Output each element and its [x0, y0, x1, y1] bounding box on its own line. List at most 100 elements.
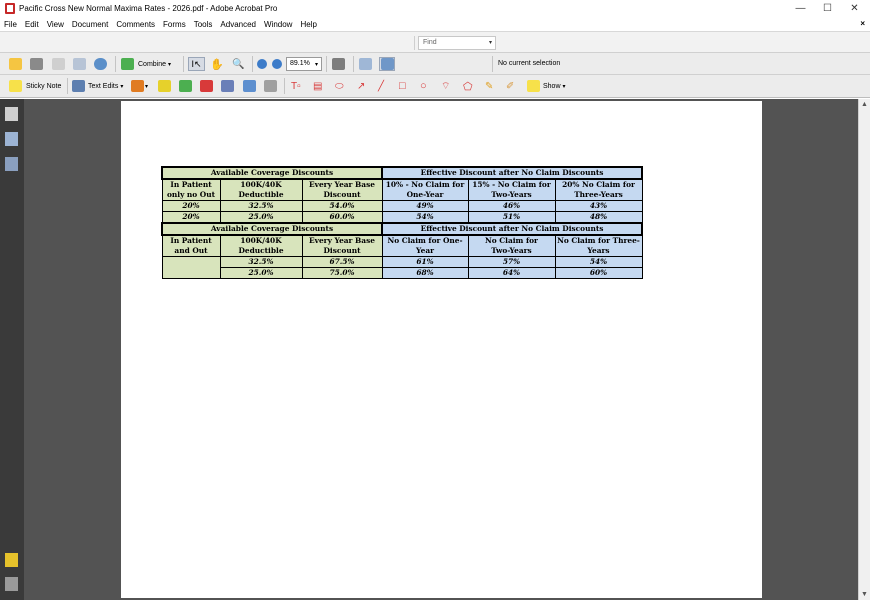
table-cell: 20%	[161, 211, 221, 224]
menu-file[interactable]: File	[0, 20, 21, 29]
zoom-tool-icon[interactable]: 🔍	[232, 57, 244, 71]
menu-tools[interactable]: Tools	[190, 20, 217, 29]
line-icon[interactable]: ╱	[378, 79, 384, 93]
text-box-icon[interactable]: T▫	[291, 79, 301, 93]
section1-left-header: Available Coverage Discounts	[161, 166, 383, 180]
s2-col1-header: In Patient and Out	[161, 234, 221, 257]
fit-page-icon[interactable]	[359, 57, 372, 71]
polygon-icon[interactable]: ⬠	[463, 79, 473, 93]
callout-icon[interactable]: ▤	[313, 79, 322, 93]
close-window-button[interactable]: ✕	[841, 0, 868, 17]
show-comments-button[interactable]: Show ▾	[527, 79, 566, 93]
zoom-out-icon[interactable]	[257, 57, 267, 71]
chevron-down-icon[interactable]: ▾	[489, 37, 492, 49]
record-audio-icon[interactable]	[243, 79, 256, 93]
menu-advanced[interactable]: Advanced	[216, 20, 260, 29]
table-cell: 68%	[381, 267, 469, 279]
text-edits-icon	[72, 80, 85, 92]
menu-help[interactable]: Help	[296, 20, 320, 29]
chevron-down-icon[interactable]: ▾	[315, 57, 318, 71]
signatures-icon[interactable]	[5, 157, 18, 171]
eraser-icon[interactable]: ✐	[506, 79, 514, 93]
table-cell: 32.5%	[219, 200, 303, 212]
close-document-button[interactable]: ×	[860, 17, 865, 31]
pdf-page: Available Coverage Discounts Effective D…	[121, 101, 762, 598]
window-title: Pacific Cross New Normal Maxima Rates - …	[19, 4, 278, 13]
menu-edit[interactable]: Edit	[21, 20, 43, 29]
divider	[284, 78, 285, 94]
highlight-text-icon[interactable]	[158, 79, 171, 93]
attachments-icon[interactable]	[5, 577, 18, 591]
attach-icon[interactable]	[264, 79, 277, 93]
menu-forms[interactable]: Forms	[159, 20, 190, 29]
cloud-icon[interactable]: ⬭	[335, 79, 344, 93]
title-bar: Pacific Cross New Normal Maxima Rates - …	[0, 0, 870, 17]
maximize-button[interactable]: ☐	[814, 0, 841, 17]
divider	[183, 56, 184, 72]
polygon-line-icon[interactable]: ⌔	[441, 79, 450, 93]
section1-right-header: Effective Discount after No Claim Discou…	[381, 166, 643, 180]
stamp-icon[interactable]: ▾	[131, 79, 148, 93]
divider	[67, 78, 68, 94]
find-toolbar: Find ▾	[0, 31, 870, 53]
zoom-in-icon[interactable]	[272, 57, 282, 71]
table-cell: 54%	[381, 211, 469, 224]
combine-button[interactable]: Combine ▾	[121, 57, 171, 71]
comments-icon	[527, 80, 540, 92]
menu-view[interactable]: View	[43, 20, 68, 29]
select-tool-icon[interactable]: I↖	[188, 57, 205, 71]
sticky-note-label: Sticky Note	[26, 82, 62, 90]
scroll-down-icon[interactable]: ▼	[861, 591, 868, 598]
s1-col6-header: 20% No Claim for Three-Years	[554, 178, 643, 201]
print-icon[interactable]	[30, 57, 43, 71]
menu-window[interactable]: Window	[260, 20, 296, 29]
email-icon[interactable]	[73, 57, 86, 71]
s2-col3-header: Every Year Base Discount	[301, 234, 383, 257]
arrow-icon[interactable]: ↗	[357, 79, 365, 93]
strikethrough-text-icon[interactable]	[200, 79, 213, 93]
table-cell: 64%	[467, 267, 556, 279]
s1-col4-header: 10% - No Claim for One-Year	[381, 178, 469, 201]
menu-bar: File Edit View Document Comments Forms T…	[0, 17, 870, 31]
minimize-button[interactable]: —	[787, 0, 814, 17]
table-row: 20% 25.0% 60.0% 54% 51% 48%	[161, 211, 643, 224]
save-icon[interactable]	[52, 57, 65, 71]
find-placeholder: Find	[423, 39, 437, 46]
chevron-down-icon: ▾	[562, 83, 566, 90]
combine-label: Combine	[138, 60, 167, 68]
bookmarks-icon[interactable]	[5, 132, 18, 146]
s1-col1-header: In Patient only no Out	[161, 178, 221, 201]
oval-icon[interactable]: ○	[420, 79, 427, 93]
table-cell: 46%	[467, 200, 556, 212]
snapshot-icon[interactable]	[332, 57, 345, 71]
menu-comments[interactable]: Comments	[112, 20, 159, 29]
menu-document[interactable]: Document	[68, 20, 112, 29]
pencil-icon[interactable]: ✎	[485, 79, 493, 93]
table-cell	[161, 256, 221, 279]
pages-icon[interactable]	[5, 107, 18, 121]
scroll-up-icon[interactable]: ▲	[861, 101, 868, 108]
underline-text-icon[interactable]	[179, 79, 192, 93]
sticky-note-button[interactable]: Sticky Note	[9, 79, 61, 93]
divider	[252, 56, 253, 72]
s1-col2-header: 100K/40K Deductible	[219, 178, 303, 201]
sticky-note-icon	[9, 80, 22, 92]
find-input[interactable]: Find ▾	[418, 36, 496, 50]
divider	[326, 56, 327, 72]
attach-file-icon[interactable]	[221, 79, 234, 93]
s2-col5-header: No Claim for Two-Years	[467, 234, 556, 257]
hand-tool-icon[interactable]: ✋	[210, 57, 224, 71]
comment-toolbar: Sticky Note Text Edits ▾ ▾ T▫ ▤ ⬭ ↗ ╱ □ …	[0, 75, 870, 98]
chevron-down-icon: ▾	[168, 61, 172, 68]
vertical-scrollbar[interactable]: ▲ ▼	[858, 99, 870, 600]
show-label: Show	[543, 82, 561, 90]
fit-width-icon[interactable]	[379, 57, 395, 71]
comments-panel-icon[interactable]	[5, 553, 18, 567]
divider	[492, 56, 493, 72]
open-icon[interactable]	[9, 57, 22, 71]
chevron-down-icon: ▾	[120, 83, 124, 90]
share-icon[interactable]	[94, 57, 107, 71]
text-edits-button[interactable]: Text Edits ▾	[72, 79, 123, 93]
rectangle-icon[interactable]: □	[399, 79, 406, 93]
table-cell: 75.0%	[301, 267, 383, 279]
